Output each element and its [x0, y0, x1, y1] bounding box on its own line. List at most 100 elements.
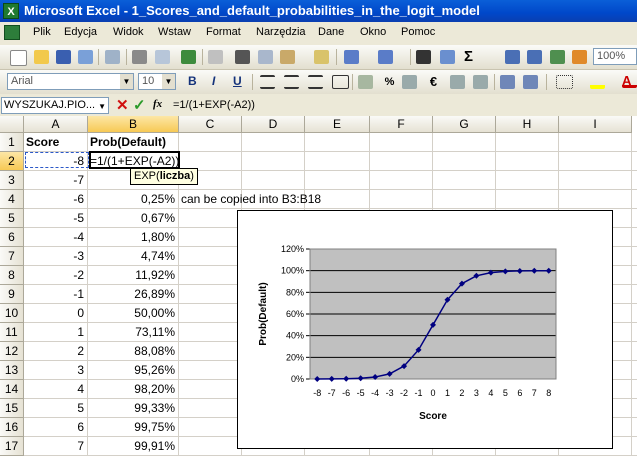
row-header-6[interactable]: 6 [0, 228, 24, 247]
menu-narzedzia[interactable]: Narzędzia [256, 26, 306, 38]
column-header-f[interactable]: F [370, 116, 433, 133]
font-name-select[interactable]: Arial ▼ [7, 73, 134, 90]
cell-a12[interactable]: 2 [26, 342, 84, 361]
cell-b11[interactable]: 73,11% [90, 323, 175, 342]
column-header-c[interactable]: C [179, 116, 242, 133]
insert-function-icon[interactable]: fx [153, 98, 162, 110]
cell-b16[interactable]: 99,75% [90, 418, 175, 437]
percent-icon[interactable]: % [382, 75, 397, 89]
row-header-8[interactable]: 8 [0, 266, 24, 285]
merge-center-icon[interactable] [332, 75, 349, 89]
save-icon[interactable] [56, 50, 71, 64]
column-header-h[interactable]: H [496, 116, 559, 133]
row-header-1[interactable]: 1 [0, 133, 24, 152]
open-icon[interactable] [34, 50, 49, 64]
row-header-2[interactable]: 2 [0, 152, 24, 171]
column-header-g[interactable]: G [433, 116, 496, 133]
cell-a14[interactable]: 4 [26, 380, 84, 399]
bold-button[interactable]: B [188, 74, 197, 88]
row-header-9[interactable]: 9 [0, 285, 24, 304]
format-painter-icon[interactable] [314, 50, 329, 64]
row-header-15[interactable]: 15 [0, 399, 24, 418]
borders-icon[interactable] [556, 75, 573, 89]
autosum-icon[interactable]: Σ [464, 49, 479, 64]
paste-icon[interactable] [280, 50, 295, 64]
row-header-10[interactable]: 10 [0, 304, 24, 323]
select-all-corner[interactable] [0, 116, 24, 133]
cell-a5[interactable]: -5 [26, 209, 84, 228]
cell-a7[interactable]: -3 [26, 247, 84, 266]
undo-icon[interactable] [344, 50, 359, 64]
column-header-d[interactable]: D [242, 116, 305, 133]
print-preview-icon[interactable] [155, 50, 170, 64]
cell-b14[interactable]: 98,20% [90, 380, 175, 399]
cell-b5[interactable]: 0,67% [90, 209, 175, 228]
cell-a6[interactable]: -4 [26, 228, 84, 247]
drawing-icon[interactable] [572, 50, 587, 64]
copy-icon[interactable] [258, 50, 273, 64]
cell-a4[interactable]: -6 [26, 190, 84, 209]
cell-a9[interactable]: -1 [26, 285, 84, 304]
cell-b7[interactable]: 4,74% [90, 247, 175, 266]
font-color-icon[interactable]: A [622, 74, 637, 88]
formula-input[interactable]: =1/(1+EXP(-A2)) [173, 99, 255, 111]
print-icon[interactable] [132, 50, 147, 64]
cell-c4-note[interactable]: can be copied into B3:B18 [181, 190, 321, 209]
cell-a13[interactable]: 3 [26, 361, 84, 380]
align-center-icon[interactable] [284, 75, 299, 89]
column-header-a[interactable]: A [24, 116, 88, 133]
enter-icon[interactable]: ✓ [133, 96, 146, 114]
cell-a1[interactable]: Score [26, 133, 59, 152]
menu-dane[interactable]: Dane [318, 26, 344, 38]
euro-converter-icon[interactable] [416, 50, 431, 64]
cell-b6[interactable]: 1,80% [90, 228, 175, 247]
row-header-12[interactable]: 12 [0, 342, 24, 361]
menu-wstaw[interactable]: Wstaw [158, 26, 191, 38]
research-icon[interactable] [208, 50, 223, 64]
sort-asc-icon[interactable] [505, 50, 520, 64]
increase-indent-icon[interactable] [523, 75, 538, 89]
new-icon[interactable] [10, 50, 27, 66]
column-header-i[interactable]: I [559, 116, 632, 133]
cell-a17[interactable]: 7 [26, 437, 84, 456]
spelling-icon[interactable] [181, 50, 196, 64]
cut-icon[interactable] [235, 50, 250, 64]
fill-color-icon[interactable] [590, 75, 605, 89]
cell-b15[interactable]: 99,33% [90, 399, 175, 418]
increase-decimal-icon[interactable] [450, 75, 465, 89]
row-header-11[interactable]: 11 [0, 323, 24, 342]
cell-a15[interactable]: 5 [26, 399, 84, 418]
row-header-14[interactable]: 14 [0, 380, 24, 399]
cell-b8[interactable]: 11,92% [90, 266, 175, 285]
cancel-icon[interactable]: ✕ [116, 96, 129, 114]
column-header-b[interactable]: B [88, 116, 179, 133]
redo-icon[interactable] [378, 50, 393, 64]
italic-button[interactable]: I [212, 74, 215, 88]
cell-a10[interactable]: 0 [26, 304, 84, 323]
decrease-decimal-icon[interactable] [473, 75, 488, 89]
name-box[interactable]: WYSZUKAJ.PIO... ▼ [1, 97, 109, 114]
menu-widok[interactable]: Widok [113, 26, 144, 38]
cell-a16[interactable]: 6 [26, 418, 84, 437]
cell-b17[interactable]: 99,91% [90, 437, 175, 456]
workbook-icon[interactable] [4, 25, 20, 40]
hyperlink-icon[interactable] [440, 50, 455, 64]
underline-button[interactable]: U [233, 74, 242, 88]
row-header-5[interactable]: 5 [0, 209, 24, 228]
permission-icon[interactable] [78, 50, 93, 64]
cell-b4[interactable]: 0,25% [90, 190, 175, 209]
row-header-3[interactable]: 3 [0, 171, 24, 190]
comma-style-icon[interactable] [402, 75, 417, 89]
align-right-icon[interactable] [308, 75, 323, 89]
euro-icon[interactable]: € [426, 75, 441, 89]
row-header-7[interactable]: 7 [0, 247, 24, 266]
menu-pomoc[interactable]: Pomoc [401, 26, 435, 38]
row-header-4[interactable]: 4 [0, 190, 24, 209]
cell-b9[interactable]: 26,89% [90, 285, 175, 304]
worksheet-grid[interactable]: ABCDEFGHI 123456789101112131415161718 Sc… [0, 116, 637, 456]
column-header-e[interactable]: E [305, 116, 370, 133]
cell-b1[interactable]: Prob(Default) [90, 133, 166, 152]
menu-okno[interactable]: Okno [360, 26, 386, 38]
email-icon[interactable] [105, 50, 120, 64]
cell-a3[interactable]: -7 [26, 171, 84, 190]
